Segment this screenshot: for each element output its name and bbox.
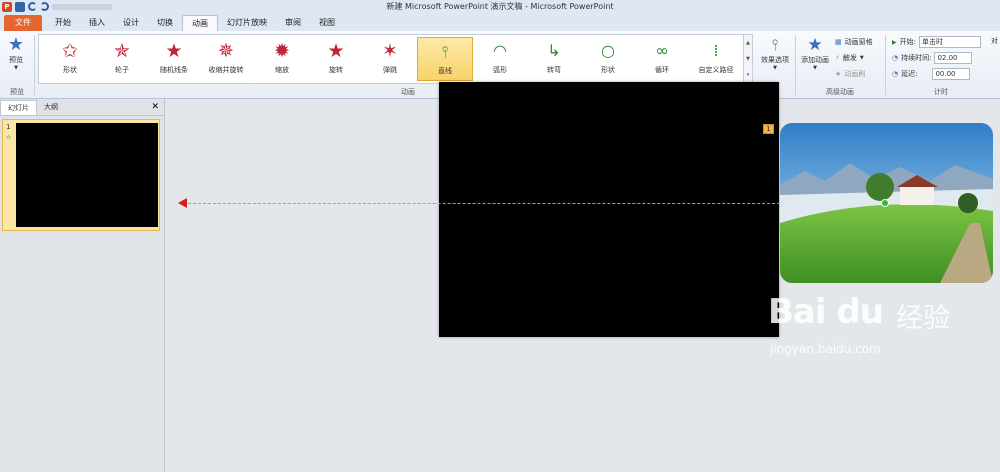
thumbnail-image — [16, 123, 158, 227]
anim-turn[interactable]: ↳ 转弯 — [523, 37, 585, 81]
brush-icon: ★ — [835, 70, 842, 78]
delay-row: ◔ 延迟: 00.00 — [892, 68, 971, 80]
delay-input[interactable]: 00.00 — [932, 68, 971, 80]
animation-gallery: ✩ 形状 ✯ 轮子 ★ 随机线条 ✵ 收缩并旋转 ✹ 缩放 ★ 旋转 ✶ 弹跳 ⫯ 直线 ◠ 弧形… — [38, 34, 753, 84]
clock-icon: ◔ — [892, 54, 899, 62]
tab-insert[interactable]: 插入 — [80, 15, 114, 31]
preview-button[interactable]: ★ 预览 ▼ — [3, 34, 29, 72]
group-label-preview: 预览 — [10, 88, 24, 96]
tab-design[interactable]: 设计 — [114, 15, 148, 31]
tab-view[interactable]: 视图 — [310, 15, 344, 31]
lightning-icon: ⚡ — [835, 54, 840, 62]
slides-pane: 幻灯片 大纲 ✕ 1 ☆ — [0, 99, 165, 472]
anim-bounce[interactable]: ✶ 弹跳 — [359, 37, 421, 81]
slide-number: 1 — [6, 123, 11, 131]
preview-label: 预览 — [9, 56, 23, 64]
watermark-url: jingyan.baidu.com — [770, 342, 881, 356]
tab-outline[interactable]: 大纲 — [37, 100, 65, 115]
animation-pane-icon: ▦ — [835, 38, 842, 46]
start-row: ▶ 开始: 单击时 — [892, 36, 981, 48]
turn-path-icon: ↳ — [547, 41, 561, 60]
animation-painter-button[interactable]: ★ 动画刷 — [835, 69, 865, 79]
effect-options-icon: ⫯ — [771, 35, 779, 54]
group-label-advanced: 高级动画 — [826, 88, 854, 96]
anim-zoom[interactable]: ✹ 缩放 — [251, 37, 313, 81]
anim-arc[interactable]: ◠ 弧形 — [469, 37, 531, 81]
line-path-icon: ⫯ — [441, 42, 449, 61]
ribbon-separator — [795, 35, 796, 95]
preview-star-icon: ★ — [7, 34, 25, 55]
ribbon-separator — [885, 35, 886, 95]
animation-pane-button[interactable]: ▦ 动画窗格 — [835, 37, 873, 47]
anim-shrink-turn[interactable]: ✵ 收缩并旋转 — [195, 37, 257, 81]
chevron-down-icon: ▼ — [859, 55, 864, 61]
clock-icon: ◔ — [892, 70, 899, 78]
tab-animations[interactable]: 动画 — [182, 15, 218, 31]
baidu-watermark: Bai du 经验 jingyan.baidu.com — [768, 284, 1000, 368]
watermark-logo: Bai du — [768, 292, 884, 332]
star-icon: ✹ — [274, 40, 290, 62]
chevron-down-icon: ▼ — [773, 65, 777, 71]
tab-slides[interactable]: 幻灯片 — [0, 100, 37, 115]
tab-transitions[interactable]: 切换 — [148, 15, 182, 31]
slide-canvas[interactable] — [439, 82, 779, 337]
animation-order-badge[interactable]: 1 — [763, 124, 774, 134]
watermark-text: 经验 — [896, 303, 950, 334]
anim-loop[interactable]: ∞ 循环 — [631, 37, 693, 81]
group-label-timing: 计时 — [934, 88, 948, 96]
add-animation-icon: ★ — [807, 35, 823, 55]
add-animation-button[interactable]: ★ 添加动画 ▼ — [798, 35, 832, 71]
trigger-button[interactable]: ⚡ 触发 ▼ — [835, 53, 864, 63]
ribbon-tabs: 文件 开始 插入 设计 切换 动画 幻灯片放映 审阅 视图 — [0, 13, 1000, 31]
window-title: 新建 Microsoft PowerPoint 演示文稿 - Microsoft… — [386, 2, 614, 11]
gallery-scroll[interactable]: ▲ ▼ ▾ — [743, 35, 752, 83]
arc-path-icon: ◠ — [493, 41, 507, 60]
pane-tabs: 幻灯片 大纲 ✕ — [0, 99, 164, 116]
path-end-arrow-icon[interactable] — [178, 198, 187, 208]
anim-custom-path[interactable]: ⁞ 自定义路径 — [685, 37, 747, 81]
reorder-label[interactable]: 对 — [991, 36, 998, 46]
star-icon: ★ — [327, 40, 345, 62]
title-bar: P 新建 Microsoft PowerPoint 演示文稿 - Microso… — [0, 0, 1000, 13]
slide-thumbnail[interactable]: 1 ☆ — [2, 119, 160, 231]
custom-path-icon: ⁞ — [713, 41, 719, 60]
play-icon: ▶ — [892, 38, 897, 46]
close-icon[interactable]: ✕ — [151, 100, 159, 115]
loop-path-icon: ∞ — [655, 41, 669, 60]
tab-file[interactable]: 文件 — [4, 15, 42, 31]
ribbon-separator — [34, 35, 35, 95]
anim-line[interactable]: ⫯ 直线 — [417, 37, 473, 81]
duration-input[interactable]: 02.00 — [934, 52, 973, 64]
start-select[interactable]: 单击时 — [918, 36, 981, 48]
star-icon: ✵ — [218, 40, 234, 62]
star-icon: ✶ — [382, 40, 398, 62]
effect-options-button[interactable]: ⫯ 效果选项 ▼ — [757, 35, 793, 71]
anim-shape-path[interactable]: ○ 形状 — [577, 37, 639, 81]
tab-home[interactable]: 开始 — [46, 15, 80, 31]
animation-mark-icon: ☆ — [6, 134, 12, 141]
chevron-down-icon: ▼ — [14, 65, 18, 71]
duration-row: ◔ 持续时间: 02.00 — [892, 52, 973, 64]
chevron-down-icon: ▼ — [813, 65, 817, 71]
path-start-point-icon[interactable] — [881, 199, 889, 207]
circle-path-icon: ○ — [601, 41, 615, 60]
tab-slideshow[interactable]: 幻灯片放映 — [218, 15, 276, 31]
anim-spin[interactable]: ★ 旋转 — [305, 37, 367, 81]
tab-review[interactable]: 审阅 — [276, 15, 310, 31]
